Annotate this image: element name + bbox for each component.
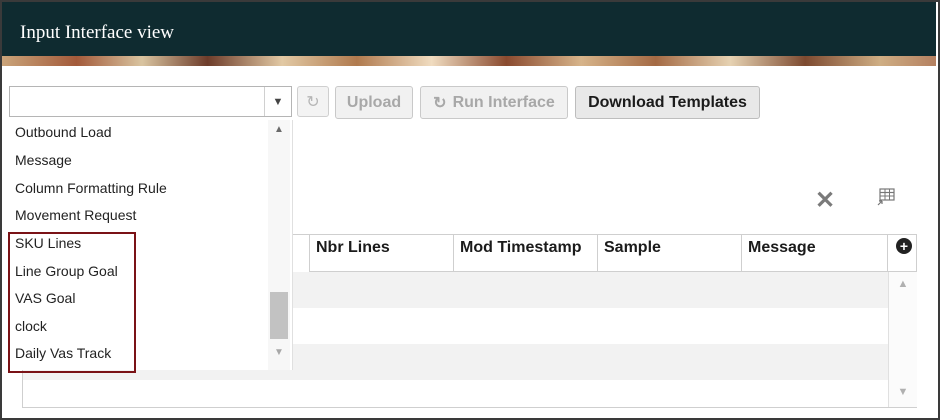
column-label: Message: [748, 239, 816, 256]
column-header-mod-timestamp[interactable]: Mod Timestamp: [453, 234, 598, 272]
dropdown-scrollbar[interactable]: ▲ ▼: [268, 120, 290, 370]
combo-dropdown-button[interactable]: ▼: [264, 87, 291, 116]
run-interface-icon: ↻: [433, 94, 447, 112]
run-interface-button-label: Run Interface: [452, 93, 555, 111]
page-title: Input Interface view: [20, 22, 175, 43]
refresh-button[interactable]: ↻: [297, 86, 329, 117]
table-settings-icon[interactable]: [876, 186, 898, 208]
highlight-box: [8, 232, 136, 373]
upload-button-label: Upload: [346, 93, 402, 111]
column-header-message[interactable]: Message: [741, 234, 888, 272]
download-templates-button-label: Download Templates: [588, 93, 747, 111]
column-label: Sample: [604, 239, 661, 256]
scroll-down-icon[interactable]: ▼: [889, 386, 917, 398]
grid-scrollbar[interactable]: ▲ ▼: [888, 272, 917, 407]
scroll-up-icon[interactable]: ▲: [889, 278, 917, 290]
refresh-icon: ↻: [306, 93, 320, 111]
scroll-down-icon[interactable]: ▼: [268, 347, 290, 358]
add-icon[interactable]: +: [896, 238, 912, 254]
page-header: Input Interface view: [2, 2, 936, 66]
dropdown-item[interactable]: Message: [15, 152, 72, 168]
header-decorative-band: [2, 56, 936, 66]
dropdown-item[interactable]: Column Formatting Rule: [15, 180, 167, 196]
scrollbar-thumb[interactable]: [270, 292, 288, 339]
download-templates-button[interactable]: Download Templates: [575, 86, 760, 119]
run-interface-button[interactable]: ↻ Run Interface: [420, 86, 568, 119]
column-label: Mod Timestamp: [460, 239, 582, 256]
dropdown-item[interactable]: Movement Request: [15, 207, 136, 223]
column-header-sample[interactable]: Sample: [597, 234, 742, 272]
column-header-nbr-lines[interactable]: Nbr Lines: [309, 234, 454, 272]
interface-type-select[interactable]: ▼: [9, 86, 292, 117]
close-icon[interactable]: ✕: [815, 186, 835, 215]
dropdown-item[interactable]: Outbound Load: [15, 124, 112, 140]
scroll-up-icon[interactable]: ▲: [268, 124, 290, 135]
column-label: Nbr Lines: [316, 239, 390, 256]
upload-button[interactable]: Upload: [335, 86, 413, 119]
caret-down-icon: ▼: [272, 95, 284, 108]
